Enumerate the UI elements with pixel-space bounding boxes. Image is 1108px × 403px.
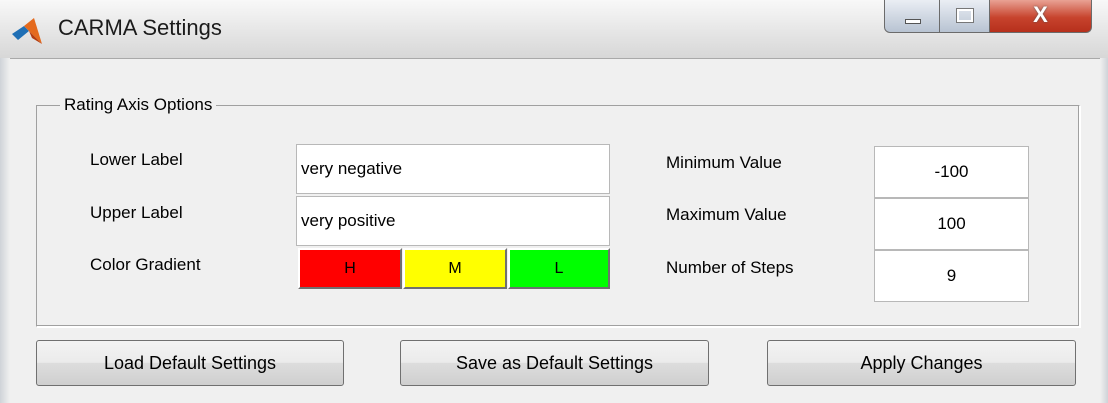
maximum-value-input[interactable]: 100 — [874, 198, 1029, 250]
lower-label-value: very negative — [301, 159, 403, 178]
minimum-value-input[interactable]: -100 — [874, 146, 1029, 198]
window-controls: X — [884, 0, 1092, 36]
close-button[interactable]: X — [990, 0, 1092, 33]
load-default-settings-button[interactable]: Load Default Settings — [36, 340, 344, 386]
load-default-settings-label: Load Default Settings — [103, 352, 277, 373]
gradient-medium-text: M — [448, 259, 462, 277]
carma-settings-window: CARMA Settings X Rating Axis Options Low… — [0, 0, 1108, 403]
maximum-value-value: 100 — [937, 214, 966, 233]
title-bar[interactable]: CARMA Settings X — [0, 0, 1108, 59]
apply-changes-button[interactable]: Apply Changes — [767, 340, 1076, 386]
maximize-icon — [957, 9, 973, 22]
window-title: CARMA Settings — [58, 15, 222, 40]
gradient-medium-button[interactable]: M — [403, 248, 507, 289]
apply-changes-label: Apply Changes — [860, 352, 983, 373]
matlab-logo-icon — [12, 18, 42, 44]
window-border-right — [1100, 58, 1108, 403]
minimum-value-value: -100 — [934, 162, 969, 181]
save-as-default-settings-label: Save as Default Settings — [455, 352, 654, 373]
group-title: Rating Axis Options — [60, 95, 217, 115]
upper-label-value: very positive — [301, 211, 396, 230]
minimize-button[interactable] — [884, 0, 940, 33]
gradient-low-text: L — [554, 259, 564, 277]
number-of-steps-input[interactable]: 9 — [874, 250, 1029, 302]
color-gradient-label: Color Gradient — [90, 255, 201, 274]
lower-label-input[interactable]: very negative — [296, 144, 610, 194]
close-icon: X — [1033, 2, 1048, 27]
number-of-steps-value: 9 — [946, 266, 957, 285]
gradient-high-text: H — [344, 259, 356, 277]
gradient-high-button[interactable]: H — [298, 248, 402, 289]
window-border-left — [0, 58, 10, 403]
minimize-icon — [905, 19, 921, 24]
maximum-value-label: Maximum Value — [666, 205, 787, 224]
lower-label-label: Lower Label — [90, 150, 183, 169]
upper-label-label: Upper Label — [90, 203, 183, 222]
gradient-low-button[interactable]: L — [508, 248, 610, 289]
upper-label-input[interactable]: very positive — [296, 196, 610, 246]
minimum-value-label: Minimum Value — [666, 153, 782, 172]
save-as-default-settings-button[interactable]: Save as Default Settings — [400, 340, 709, 386]
maximize-button[interactable] — [940, 0, 990, 33]
number-of-steps-label: Number of Steps — [666, 258, 794, 277]
